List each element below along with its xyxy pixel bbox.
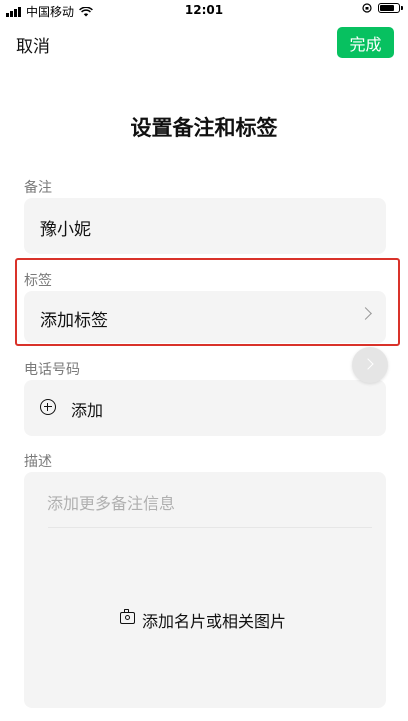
description-divider: [48, 527, 372, 528]
chevron-right-icon: [359, 307, 372, 320]
add-circle-icon: [40, 399, 56, 415]
add-photo-button[interactable]: 添加名片或相关图片: [142, 608, 286, 632]
description-label: 描述: [24, 454, 52, 470]
page-title: 设置备注和标签: [130, 116, 278, 140]
camera-icon: [120, 609, 135, 624]
status-bar: 中国移动 12:01: [0, 0, 408, 22]
done-button[interactable]: 完成: [337, 27, 394, 58]
remark-value: 豫小妮: [40, 220, 91, 240]
add-tags-label: 添加标签: [40, 311, 108, 331]
remark-field[interactable]: 豫小妮: [24, 198, 386, 254]
cancel-button[interactable]: 取消: [16, 32, 50, 57]
tags-label: 标签: [24, 273, 52, 289]
description-field[interactable]: 添加更多备注信息: [24, 472, 386, 708]
status-right: [362, 3, 403, 13]
description-placeholder[interactable]: 添加更多备注信息: [47, 490, 175, 514]
add-phone-row[interactable]: 添加: [24, 380, 386, 436]
floating-chevron-button[interactable]: [352, 347, 388, 383]
orientation-lock-icon: [362, 3, 372, 13]
battery-icon: [378, 3, 403, 13]
add-phone-label: 添加: [71, 401, 104, 420]
add-tags-row[interactable]: 添加标签: [24, 291, 386, 343]
phone-label: 电话号码: [24, 362, 80, 378]
remark-label: 备注: [24, 180, 52, 196]
status-time: 12:01: [184, 3, 224, 17]
